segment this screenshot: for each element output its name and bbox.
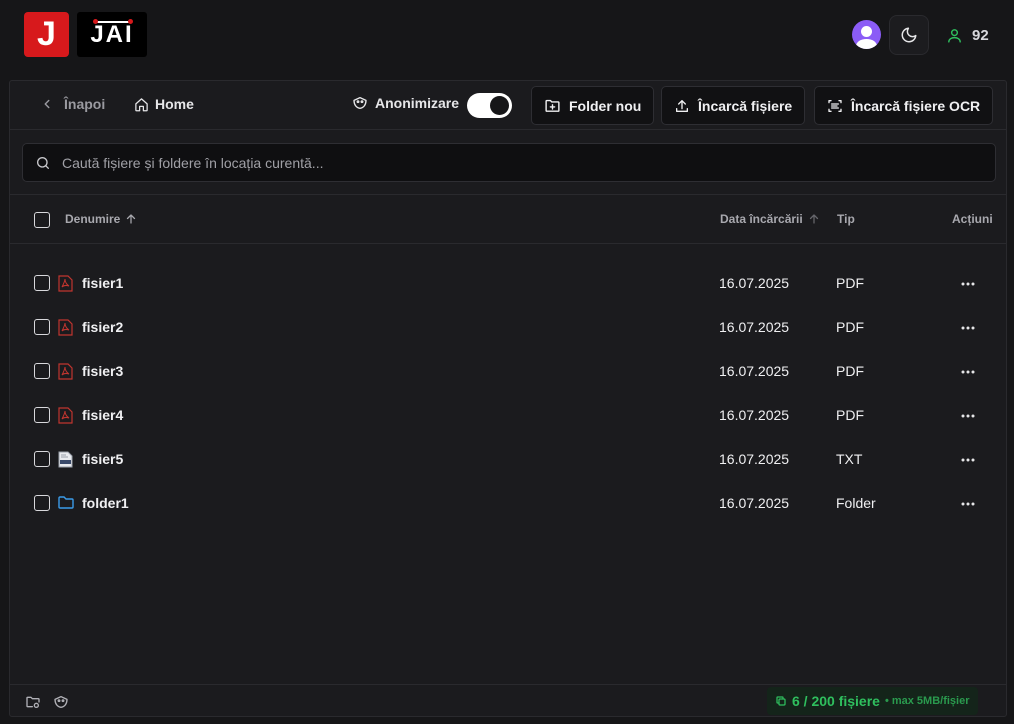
user-icon — [948, 28, 961, 43]
row-checkbox[interactable] — [34, 407, 50, 423]
toolbar: Înapoi Home Anonimizare Folder nou Încar… — [10, 81, 1006, 130]
column-actions-header: Acțiuni — [952, 212, 993, 226]
more-actions-icon[interactable] — [960, 450, 976, 470]
txt-file-icon — [58, 451, 73, 468]
quota-limit: • max 5MB/fișier — [884, 695, 970, 707]
upload-files-label: Încarcă fișiere — [698, 97, 793, 114]
more-actions-icon[interactable] — [960, 362, 976, 382]
file-type: TXT — [836, 451, 863, 467]
table-header: Denumire Data încărcării Tip Acțiuni — [10, 195, 1006, 244]
pdf-icon — [58, 407, 73, 424]
logo-j[interactable]: J — [24, 12, 69, 57]
table-row[interactable]: fisier5 16.07.2025 TXT — [10, 438, 1006, 482]
toggle-knob — [490, 96, 509, 115]
upload-date: 16.07.2025 — [719, 451, 790, 467]
anonymize-toggle[interactable] — [467, 93, 512, 118]
file-name[interactable]: fisier1 — [82, 275, 123, 291]
anonymize-label: Anonimizare — [352, 95, 459, 111]
upload-date: 16.07.2025 — [719, 407, 790, 423]
moon-icon — [901, 27, 917, 43]
file-name[interactable]: folder1 — [82, 495, 129, 511]
pdf-icon — [58, 275, 73, 292]
file-type: Folder — [836, 495, 876, 511]
folder-plus-icon — [545, 99, 560, 112]
table-row[interactable]: folder1 16.07.2025 Folder — [10, 482, 1006, 526]
folder-settings-icon[interactable] — [25, 694, 41, 710]
upload-date: 16.07.2025 — [719, 363, 790, 379]
more-actions-icon[interactable] — [960, 274, 976, 294]
file-quota-badge: 6 / 200 fișiere • max 5MB/fișier — [767, 687, 978, 715]
avatar[interactable] — [852, 20, 881, 49]
logo-text: JAI — [90, 20, 134, 48]
logo-letter: J — [37, 15, 56, 53]
upload-date: 16.07.2025 — [719, 275, 790, 291]
search-bar — [22, 143, 996, 182]
more-actions-icon[interactable] — [960, 494, 976, 514]
search-icon — [37, 156, 49, 169]
footer: 6 / 200 fișiere • max 5MB/fișier — [10, 684, 1006, 717]
back-label: Înapoi — [64, 96, 106, 112]
pdf-icon — [58, 319, 73, 336]
home-label: Home — [155, 96, 194, 112]
column-date-header[interactable]: Data încărcării — [720, 212, 820, 226]
logo-jai[interactable]: JAI — [77, 12, 147, 57]
file-type: PDF — [836, 407, 864, 423]
home-button[interactable]: Home — [134, 96, 194, 112]
row-checkbox[interactable] — [34, 451, 50, 467]
user-count[interactable]: 92 — [946, 25, 989, 45]
back-button[interactable]: Înapoi — [40, 96, 105, 112]
file-type: PDF — [836, 275, 864, 291]
arrow-up-icon — [127, 214, 136, 224]
folder-icon — [58, 495, 74, 512]
row-checkbox[interactable] — [34, 495, 50, 511]
mask-icon[interactable] — [53, 694, 69, 710]
pdf-icon — [58, 363, 73, 380]
anonymize-text: Anonimizare — [375, 95, 460, 111]
file-type: PDF — [836, 319, 864, 335]
file-name[interactable]: fisier5 — [82, 451, 123, 467]
row-checkbox[interactable] — [34, 275, 50, 291]
search-input[interactable] — [62, 154, 962, 171]
upload-files-button[interactable]: Încarcă fișiere — [661, 86, 806, 125]
file-type: PDF — [836, 363, 864, 379]
new-folder-label: Folder nou — [569, 97, 642, 114]
chevron-left-icon — [44, 99, 50, 109]
file-name[interactable]: fisier4 — [82, 407, 123, 423]
select-all-checkbox[interactable] — [34, 212, 50, 228]
new-folder-button[interactable]: Folder nou — [531, 86, 655, 125]
column-actions-label: Acțiuni — [952, 212, 993, 226]
row-checkbox[interactable] — [34, 319, 50, 335]
arrow-up-icon — [809, 214, 818, 224]
more-actions-icon[interactable] — [960, 318, 976, 338]
column-date-label: Data încărcării — [720, 212, 803, 226]
upload-ocr-label: Încarcă fișiere OCR — [851, 97, 981, 114]
upload-icon — [676, 99, 688, 112]
home-icon — [135, 97, 148, 111]
quota-count: 6 / 200 fișiere — [792, 693, 880, 709]
column-name-header[interactable]: Denumire — [65, 212, 137, 226]
file-name[interactable]: fisier3 — [82, 363, 123, 379]
table-row[interactable]: fisier4 16.07.2025 PDF — [10, 394, 1006, 438]
upload-date: 16.07.2025 — [719, 495, 790, 511]
more-actions-icon[interactable] — [960, 406, 976, 426]
file-manager-panel: Înapoi Home Anonimizare Folder nou Încar… — [9, 80, 1007, 717]
table-row[interactable]: fisier3 16.07.2025 PDF — [10, 350, 1006, 394]
mask-icon — [353, 97, 367, 109]
user-count-value: 92 — [972, 26, 989, 44]
top-bar: J JAI 92 — [0, 0, 1014, 70]
upload-date: 16.07.2025 — [719, 319, 790, 335]
scan-text-icon — [828, 99, 842, 112]
table-row[interactable]: fisier2 16.07.2025 PDF — [10, 306, 1006, 350]
table-row[interactable]: fisier1 16.07.2025 PDF — [10, 262, 1006, 306]
column-type-label: Tip — [837, 212, 855, 226]
column-name-label: Denumire — [65, 212, 121, 226]
column-type-header[interactable]: Tip — [837, 212, 855, 226]
upload-ocr-button[interactable]: Încarcă fișiere OCR — [814, 86, 994, 125]
logo-decoration — [93, 19, 133, 24]
row-checkbox[interactable] — [34, 363, 50, 379]
theme-toggle-button[interactable] — [889, 15, 929, 55]
copy-icon — [776, 696, 786, 706]
file-name[interactable]: fisier2 — [82, 319, 123, 335]
